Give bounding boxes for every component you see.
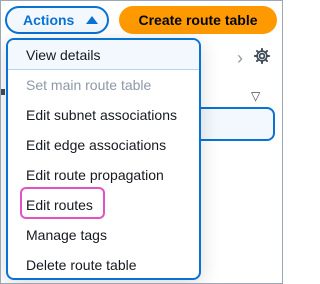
menu-item-label: Delete route table [26, 257, 137, 273]
menu-item-label: Manage tags [26, 227, 107, 243]
menu-item-set-main-route-table: Set main route table [8, 70, 199, 100]
create-route-table-button[interactable]: Create route table [119, 6, 277, 34]
selected-table-row[interactable] [199, 107, 275, 141]
menu-item-label: Edit edge associations [26, 137, 167, 153]
sort-down-icon[interactable]: ▽ [251, 89, 260, 103]
screenshot-frame: › ▽ Actions Create route table View deta… [0, 0, 283, 284]
table-edge-fragment [1, 89, 5, 95]
menu-item-edit-edge-associations[interactable]: Edit edge associations [8, 130, 199, 160]
menu-item-manage-tags[interactable]: Manage tags [8, 220, 199, 250]
menu-item-label: Edit subnet associations [26, 107, 177, 123]
chevron-right-icon[interactable]: › [237, 48, 243, 69]
menu-item-label: View details [26, 46, 101, 63]
actions-dropdown-menu: View details Set main route table Edit s… [6, 38, 201, 280]
create-route-table-label: Create route table [138, 12, 258, 28]
menu-item-edit-route-propagation[interactable]: Edit route propagation [8, 160, 199, 190]
menu-item-label: Edit route propagation [26, 167, 164, 183]
menu-item-edit-subnet-associations[interactable]: Edit subnet associations [8, 100, 199, 130]
edit-routes-highlight-outline [20, 187, 105, 219]
actions-button-label: Actions [23, 12, 75, 28]
actions-button[interactable]: Actions [5, 6, 109, 34]
gear-icon[interactable] [253, 47, 271, 65]
menu-item-delete-route-table[interactable]: Delete route table [8, 250, 199, 278]
menu-item-view-details[interactable]: View details [8, 40, 199, 70]
caret-up-icon [86, 16, 99, 24]
menu-item-label: Set main route table [26, 77, 152, 93]
